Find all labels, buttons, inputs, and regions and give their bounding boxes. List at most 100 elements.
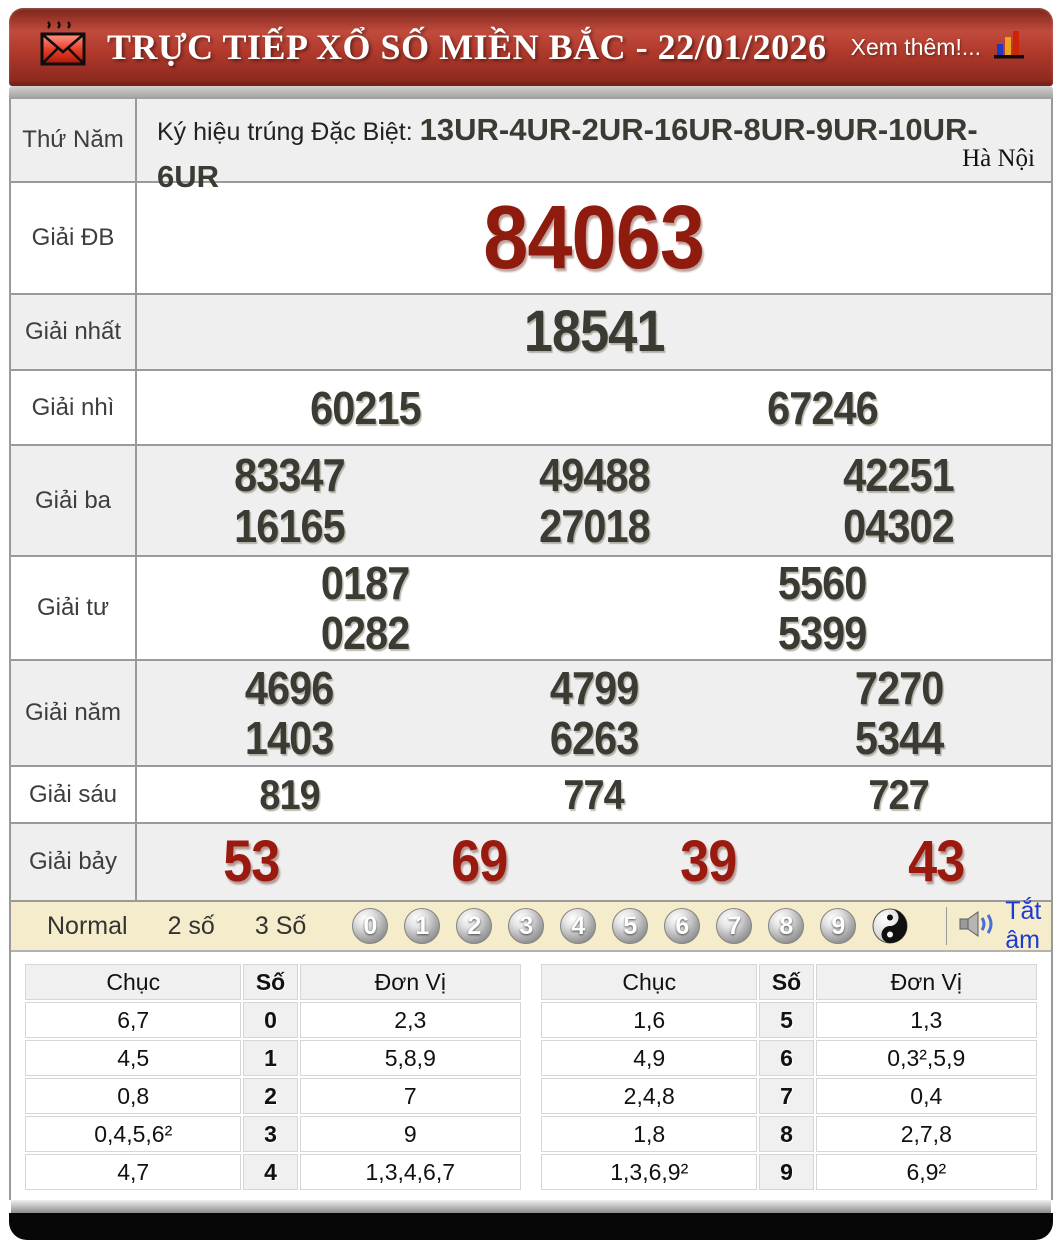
control-bar: Normal 2 số 3 Số 0 1 2 3 4 5 6 7 8 9 Tắt… [11, 897, 1051, 954]
digit-ball-9[interactable]: 9 [820, 908, 857, 944]
digit-ball-0[interactable]: 0 [352, 908, 389, 944]
digit-ball-7[interactable]: 7 [716, 908, 753, 944]
prize-row-special: Giải ĐB 84063 [11, 183, 1051, 295]
prize-number: 4799 [549, 662, 639, 714]
prize-number: 727 [868, 770, 929, 818]
tens-cell: 1,6 [541, 1002, 758, 1038]
units-cell: 0,4 [815, 1078, 1037, 1114]
prize-label: Giải tư [11, 557, 137, 659]
column-header-units: Đơn Vị [815, 964, 1037, 1000]
prize-number: 5560 [778, 557, 867, 610]
prize-number: 18541 [523, 299, 666, 364]
units-cell: 5,8,9 [299, 1040, 521, 1076]
table-row: 0,8 2 7 [25, 1078, 521, 1114]
table-row: 0,4,5,6² 3 9 [25, 1116, 521, 1152]
footer-bar [9, 1213, 1053, 1240]
prize-number: 04302 [843, 500, 955, 553]
digit-ball-1[interactable]: 1 [404, 908, 441, 944]
digit-ball-4[interactable]: 4 [560, 908, 597, 944]
lottery-widget: TRỰC TIẾP XỔ SỐ MIỀN BẮC - 22/01/2026 Xe… [9, 8, 1053, 1240]
prize-row-third: Giải ba 83347 49488 42251 16165 27018 04… [11, 446, 1051, 557]
prize-row-seventh: Giải bảy 53 69 39 43 [11, 824, 1051, 902]
table-row: 1,8 8 2,7,8 [541, 1116, 1037, 1152]
prize-number: 67246 [767, 381, 879, 434]
table-header-row: Chục Số Đơn Vị [25, 964, 521, 1000]
digit-ball-5[interactable]: 5 [612, 908, 649, 944]
digit-cell: 6 [759, 1040, 814, 1076]
sign-row: Thứ Năm Ký hiệu trúng Đặc Biệt: 13UR-4UR… [11, 99, 1051, 194]
prize-row-fourth: Giải tư 0187 5560 0282 5399 [11, 557, 1051, 661]
table-row: 1,3,6,9² 9 6,9² [541, 1154, 1037, 1190]
units-cell: 7 [299, 1078, 521, 1114]
table-row: 1,6 5 1,3 [541, 1002, 1037, 1038]
tens-cell: 4,9 [541, 1040, 758, 1076]
prize-number: 43 [908, 829, 966, 894]
prize-label: Giải sáu [11, 767, 137, 822]
column-header-units: Đơn Vị [299, 964, 521, 1000]
table-row: 4,9 6 0,3²,5,9 [541, 1040, 1037, 1076]
digit-ball-6[interactable]: 6 [664, 908, 701, 944]
statistics-section: Chục Số Đơn Vị 6,7 0 2,3 4,5 1 5,8,9 0,8… [11, 952, 1051, 1200]
prize-number: 4696 [245, 662, 334, 714]
header-divider [9, 86, 1053, 99]
digit-cell: 8 [759, 1116, 814, 1152]
prize-number: 0282 [321, 606, 410, 659]
mute-button[interactable]: Tắt âm [1005, 897, 1042, 955]
stats-table-right: Chục Số Đơn Vị 1,6 5 1,3 4,9 6 0,3²,5,9 … [539, 962, 1039, 1192]
bar-chart-icon[interactable] [993, 30, 1027, 65]
tens-cell: 0,4,5,6² [25, 1116, 242, 1152]
digit-cell: 4 [243, 1154, 298, 1190]
table-row: 6,7 0 2,3 [25, 1002, 521, 1038]
units-cell: 1,3 [815, 1002, 1037, 1038]
tens-cell: 0,8 [25, 1078, 242, 1114]
prize-number: 16165 [234, 500, 346, 553]
digit-ball-3[interactable]: 3 [508, 908, 545, 944]
prize-number: 774 [563, 770, 625, 818]
prize-number: 60215 [310, 381, 422, 434]
prize-number: 49488 [538, 448, 651, 501]
prize-label: Giải ĐB [11, 183, 137, 293]
prize-row-second: Giải nhì 60215 67246 [11, 371, 1051, 446]
prize-number: 819 [259, 770, 320, 818]
units-cell: 6,9² [815, 1154, 1037, 1190]
results-panel: Thứ Năm Ký hiệu trúng Đặc Biệt: 13UR-4UR… [9, 99, 1053, 1200]
digit-ball-2[interactable]: 2 [456, 908, 493, 944]
column-header-tens: Chục [541, 964, 758, 1000]
prize-label: Giải nhì [11, 371, 137, 444]
digit-ball-8[interactable]: 8 [768, 908, 805, 944]
units-cell: 2,7,8 [815, 1116, 1037, 1152]
prize-label: Giải năm [11, 661, 137, 765]
mode-3so-button[interactable]: 3 Số [255, 912, 306, 941]
table-header-row: Chục Số Đơn Vị [541, 964, 1037, 1000]
prize-row-sixth: Giải sáu 819 774 727 [11, 767, 1051, 824]
divider [946, 907, 948, 945]
speaker-icon[interactable] [959, 910, 993, 943]
units-cell: 0,3²,5,9 [815, 1040, 1037, 1076]
tens-cell: 1,8 [541, 1116, 758, 1152]
digit-cell: 1 [243, 1040, 298, 1076]
digit-cell: 9 [759, 1154, 814, 1190]
see-more-link[interactable]: Xem thêm!... [851, 34, 981, 61]
table-row: 4,7 4 1,3,4,6,7 [25, 1154, 521, 1190]
mode-normal-button[interactable]: Normal [47, 912, 128, 941]
digit-cell: 7 [759, 1078, 814, 1114]
prize-number: 6263 [549, 712, 639, 764]
tens-cell: 2,4,8 [541, 1078, 758, 1114]
units-cell: 1,3,4,6,7 [299, 1154, 521, 1190]
sign-label: Ký hiệu trúng Đặc Biệt: [157, 118, 413, 146]
prize-number: 83347 [234, 448, 346, 501]
prize-label: Giải nhất [11, 295, 137, 369]
tens-cell: 4,5 [25, 1040, 242, 1076]
page-title: TRỰC TIẾP XỔ SỐ MIỀN BẮC - 22/01/2026 [107, 27, 827, 67]
table-row: 4,5 1 5,8,9 [25, 1040, 521, 1076]
digit-cell: 0 [243, 1002, 298, 1038]
day-label: Thứ Năm [11, 99, 137, 181]
mode-2so-button[interactable]: 2 số [168, 912, 215, 941]
yin-yang-icon[interactable] [872, 908, 908, 944]
prize-label: Giải ba [11, 446, 137, 555]
prize-number: 1403 [245, 712, 334, 764]
prize-number: 27018 [538, 500, 651, 553]
digit-cell: 3 [243, 1116, 298, 1152]
tens-cell: 1,3,6,9² [541, 1154, 758, 1190]
prize-label: Giải bảy [11, 824, 137, 900]
